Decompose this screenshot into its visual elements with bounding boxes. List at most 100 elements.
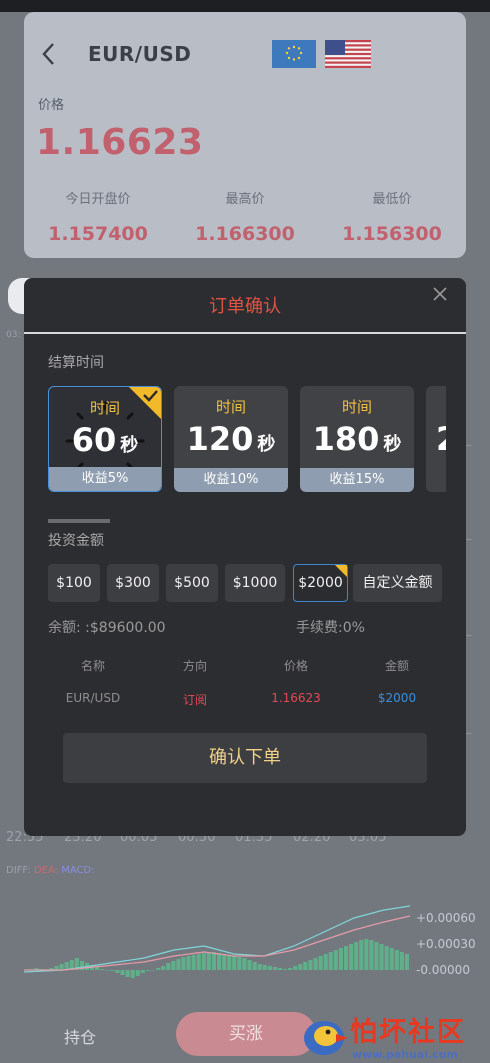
- macd-bar: [171, 961, 176, 970]
- amount-500-button[interactable]: $500: [166, 564, 218, 602]
- macd-bar: [59, 964, 64, 970]
- macd-bar: [272, 967, 277, 970]
- duration-options: 时间 60 秒 收益5% 时间 120 秒 收益10% 时间 180 秒 收益15%: [48, 386, 446, 494]
- duration-yield: 收益15%: [300, 468, 414, 492]
- amount-2000-label: $2000: [298, 575, 343, 591]
- macd-bar: [100, 969, 105, 970]
- macd-bar: [135, 970, 140, 976]
- summary-price: 1.16623: [271, 691, 321, 705]
- duration-unit: 秒: [383, 434, 402, 455]
- settle-time-label: 结算时间: [48, 355, 104, 371]
- macd-bar: [257, 964, 262, 970]
- buy-up-button[interactable]: 买涨: [176, 1012, 316, 1056]
- duration-option-120[interactable]: 时间 120 秒 收益10%: [174, 386, 288, 492]
- macd-bar: [404, 954, 409, 970]
- macd-bar: [354, 942, 359, 970]
- macd-bar: [166, 963, 171, 970]
- holdings-tab[interactable]: 持仓: [64, 1024, 96, 1048]
- duration-unit: 秒: [120, 435, 139, 456]
- macd-bar: [303, 962, 308, 970]
- macd-bar: [277, 968, 282, 970]
- summary-header: 名称: [80, 659, 105, 673]
- macd-bar: [181, 957, 186, 970]
- back-arrow-icon[interactable]: [40, 42, 58, 66]
- macd-bar: [318, 956, 323, 970]
- macd-bar: [125, 970, 130, 977]
- current-price: 1.16623: [36, 122, 204, 163]
- confirm-order-button[interactable]: 确认下单: [63, 733, 427, 783]
- duration-value: 2: [436, 420, 446, 458]
- macd-bar: [217, 953, 222, 970]
- watermark-url: www.pahuai.com: [352, 1048, 458, 1061]
- macd-tick: -0.00000: [416, 963, 470, 977]
- macd-bar: [151, 970, 156, 971]
- diff-legend-label: DIFF:: [6, 865, 31, 876]
- macd-bar: [374, 942, 379, 970]
- summary-header: 方向: [182, 659, 207, 673]
- macd-bar: [298, 964, 303, 970]
- summary-direction: 订阅: [182, 693, 207, 707]
- selected-corner-icon: [335, 565, 347, 577]
- amount-300-button[interactable]: $300: [107, 564, 159, 602]
- macd-bar: [227, 955, 232, 970]
- macd-bar: [115, 970, 120, 973]
- order-confirm-dialog: 订单确认 结算时间 时间 60 秒 收益5% 时间 120 秒 收益10% 时间…: [24, 278, 466, 836]
- macd-bar: [344, 946, 349, 970]
- macd-bar: [283, 969, 288, 970]
- duration-number: 180: [312, 420, 380, 458]
- macd-bar: [333, 950, 338, 970]
- macd-tick: +0.00030: [416, 937, 476, 951]
- invest-amount-label: 投资金额: [48, 533, 104, 549]
- macd-bar: [242, 958, 247, 970]
- duration-option-partial[interactable]: 2: [426, 386, 446, 492]
- duration-yield: 收益5%: [49, 467, 161, 491]
- stat-label: 最低价: [372, 192, 412, 207]
- macd-bar: [323, 954, 328, 970]
- duration-yield: 收益10%: [174, 468, 288, 492]
- duration-option-180[interactable]: 时间 180 秒 收益15%: [300, 386, 414, 492]
- macd-bar: [232, 956, 237, 970]
- amount-1000-button[interactable]: $1000: [225, 564, 285, 602]
- duration-unit: 秒: [257, 434, 276, 455]
- macd-bar: [384, 946, 389, 970]
- summary-header: 金额: [384, 659, 409, 673]
- macd-bar: [252, 962, 257, 970]
- macd-bar: [186, 956, 191, 970]
- macd-bar: [308, 960, 313, 970]
- amount-2000-button[interactable]: $2000: [293, 564, 348, 602]
- duration-value: 180 秒: [300, 420, 414, 458]
- close-icon[interactable]: [430, 284, 450, 304]
- duration-option-60[interactable]: 时间 60 秒 收益5%: [48, 386, 162, 492]
- macd-bar: [95, 967, 100, 970]
- amount-100-button[interactable]: $100: [48, 564, 100, 602]
- custom-amount-button[interactable]: 自定义金额: [353, 564, 442, 602]
- macd-bar: [110, 970, 115, 971]
- duration-value: 120 秒: [174, 420, 288, 458]
- dialog-title: 订单确认: [209, 296, 281, 317]
- price-label: 价格: [38, 98, 65, 113]
- title-divider: [24, 332, 466, 334]
- selected-check-icon: [129, 387, 161, 419]
- macd-bar: [389, 948, 394, 970]
- macd-bar: [145, 970, 150, 971]
- macd-bar: [364, 939, 369, 970]
- macd-legend-label: MACD:: [61, 865, 95, 876]
- pair-title: EUR/USD: [88, 42, 192, 66]
- macd-bar: [222, 954, 227, 970]
- macd-bar: [338, 948, 343, 970]
- duration-value: 60 秒: [49, 421, 161, 459]
- status-bar: [0, 0, 490, 12]
- section-divider: [48, 519, 110, 523]
- macd-tick: +0.00060: [416, 911, 476, 925]
- duration-number: 60: [71, 421, 117, 459]
- amount-options: $100 $300 $500 $1000 $2000 自定义金额: [48, 564, 448, 602]
- macd-bar: [211, 952, 216, 970]
- macd-bar: [379, 944, 384, 970]
- axis-stub-label: 03:: [6, 330, 21, 340]
- bird-logo-icon: [304, 1021, 348, 1055]
- macd-bar: [369, 940, 374, 970]
- macd-bar: [394, 950, 399, 970]
- macd-bar: [206, 952, 211, 970]
- macd-bar: [267, 966, 272, 970]
- duration-number: 2: [436, 420, 446, 458]
